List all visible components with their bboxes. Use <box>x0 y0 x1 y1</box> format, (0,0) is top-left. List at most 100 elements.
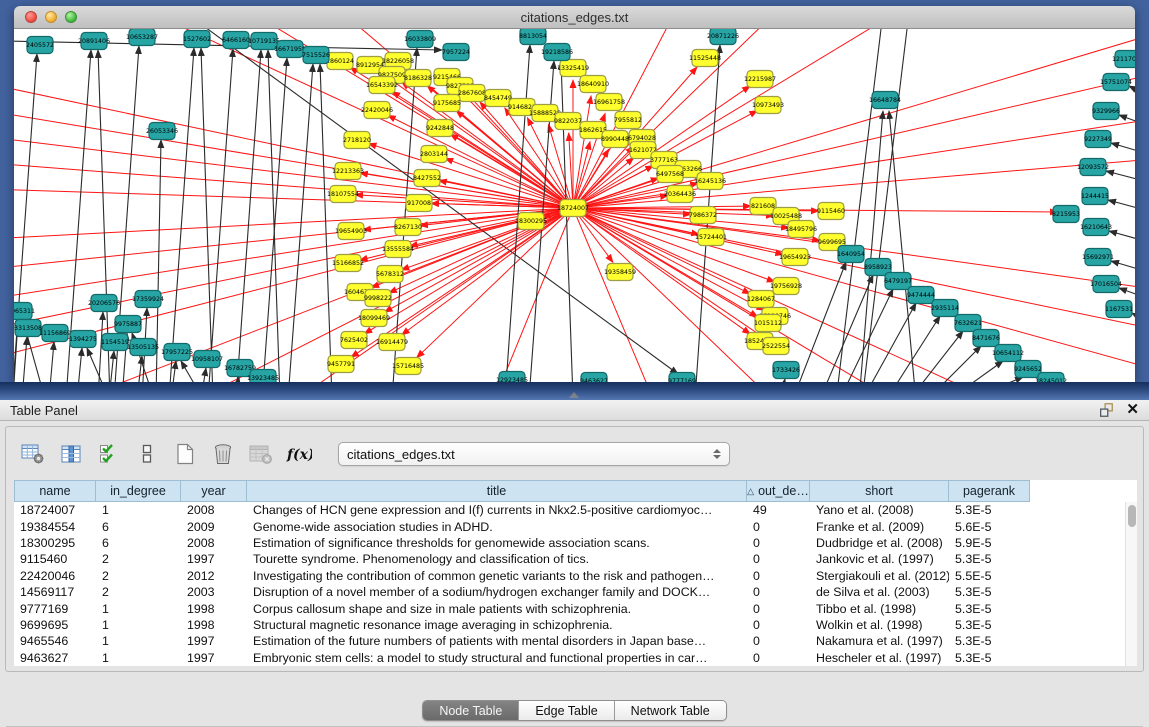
table-cell[interactable]: 1998 <box>181 618 247 632</box>
graph-node[interactable]: 8990448 <box>601 131 629 148</box>
graph-node[interactable]: 17359924 <box>132 291 164 308</box>
table-vertical-scrollbar[interactable] <box>1125 502 1137 666</box>
scrollbar-thumb[interactable] <box>1128 505 1136 527</box>
graph-node[interactable]: 18099469 <box>358 310 390 327</box>
graph-node[interactable]: 12093572 <box>1077 159 1109 176</box>
table-cell[interactable]: 5.6E-5 <box>949 520 1030 534</box>
network-canvas[interactable]: 1872400718300295186012489129541822605898… <box>14 29 1135 382</box>
graph-node[interactable]: 1015112 <box>754 315 782 332</box>
table-cell[interactable]: 1 <box>96 602 181 616</box>
graph-node[interactable]: 15166852 <box>332 255 364 272</box>
graph-node[interactable]: 12923485 <box>496 372 528 383</box>
delete-rows-button[interactable] <box>210 441 236 467</box>
table-cell[interactable]: Corpus callosum shape and size in male p… <box>247 602 747 616</box>
table-cell[interactable]: 9463627 <box>14 651 96 665</box>
table-cell[interactable]: Structural magnetic resonance image aver… <box>247 618 747 632</box>
graph-node[interactable]: 3313508 <box>14 320 42 337</box>
column-header-in_degree[interactable]: in_degree <box>96 480 181 502</box>
table-cell[interactable]: 9777169 <box>14 602 96 616</box>
graph-node[interactable]: 19654923 <box>779 249 811 266</box>
graph-node[interactable]: 15716485 <box>392 358 424 375</box>
graph-node[interactable]: 9474444 <box>907 287 935 304</box>
rows-button[interactable] <box>134 441 160 467</box>
graph-node[interactable]: 20871226 <box>707 29 739 45</box>
graph-node[interactable]: 9242848 <box>426 120 454 137</box>
table-cell[interactable]: 0 <box>747 585 810 599</box>
table-cell[interactable]: 5.3E-5 <box>949 634 1030 648</box>
table-cell[interactable]: 1 <box>96 634 181 648</box>
graph-node[interactable]: 16245136 <box>694 173 726 190</box>
graph-node[interactable]: 10653287 <box>126 29 158 46</box>
show-columns-button[interactable] <box>58 441 84 467</box>
graph-node[interactable]: 6479197 <box>884 273 912 290</box>
column-header-title[interactable]: title <box>247 480 747 502</box>
graph-node[interactable]: 10973493 <box>752 97 784 114</box>
graph-node[interactable]: 9457791 <box>327 356 355 373</box>
table-cell[interactable]: 0 <box>747 536 810 550</box>
table-cell[interactable]: 0 <box>747 651 810 665</box>
graph-node[interactable]: 1167531 <box>1105 301 1133 318</box>
table-cell[interactable]: 9115460 <box>14 552 96 566</box>
graph-node[interactable]: 12213363 <box>332 163 364 180</box>
table-cell[interactable]: 2 <box>96 552 181 566</box>
graph-node[interactable]: 16961758 <box>593 94 625 111</box>
table-row[interactable]: 1938455462009Genome-wide association stu… <box>14 518 1137 534</box>
table-cell[interactable]: 1997 <box>181 552 247 566</box>
graph-node[interactable]: 10958107 <box>191 351 223 368</box>
graph-node[interactable]: 12065311 <box>14 303 35 320</box>
zoom-window-button[interactable] <box>65 11 77 23</box>
table-cell[interactable]: Hescheler et al. (1997) <box>810 651 949 665</box>
graph-node[interactable]: 19654903 <box>335 223 367 240</box>
table-cell[interactable]: 2008 <box>181 536 247 550</box>
table-cell[interactable]: 1998 <box>181 602 247 616</box>
graph-node[interactable]: 2718120 <box>343 132 371 149</box>
table-row[interactable]: 1456911722003Disruption of a novel membe… <box>14 584 1137 600</box>
table-cell[interactable]: 2009 <box>181 520 247 534</box>
new-table-button[interactable] <box>172 441 198 467</box>
table-cell[interactable]: 0 <box>747 552 810 566</box>
table-cell[interactable]: 5.3E-5 <box>949 503 1030 517</box>
graph-node[interactable]: 18245012 <box>1035 373 1067 383</box>
graph-node[interactable]: 9329966 <box>1092 103 1120 120</box>
graph-node[interactable]: 1154519 <box>101 334 129 351</box>
table-row[interactable]: 977716911998Corpus callosum shape and si… <box>14 600 1137 616</box>
table-cell[interactable]: Nakamura et al. (1997) <box>810 634 949 648</box>
graph-node[interactable]: 13325419 <box>557 60 589 77</box>
graph-node[interactable]: 7957224 <box>442 44 470 61</box>
table-cell[interactable]: Franke et al. (2009) <box>810 520 949 534</box>
minimize-window-button[interactable] <box>45 11 57 23</box>
select-columns-button[interactable] <box>96 441 122 467</box>
table-cell[interactable]: de Silva et al. (2003) <box>810 585 949 599</box>
table-settings-button[interactable] <box>20 441 46 467</box>
table-row[interactable]: 1830029562008Estimation of significance … <box>14 535 1137 551</box>
graph-node[interactable]: 7955812 <box>614 112 642 129</box>
table-cell[interactable]: Stergiakouli et al. (2012) <box>810 569 949 583</box>
table-cell[interactable]: 9465546 <box>14 634 96 648</box>
table-cell[interactable]: 14569117 <box>14 585 96 599</box>
graph-node[interactable]: 2803144 <box>420 146 448 163</box>
table-cell[interactable]: 5.3E-5 <box>949 618 1030 632</box>
graph-node[interactable]: 1733426 <box>772 362 800 379</box>
table-cell[interactable]: 1 <box>96 618 181 632</box>
graph-node[interactable]: 12215987 <box>744 71 776 88</box>
table-cell[interactable]: 0 <box>747 569 810 583</box>
graph-node[interactable]: 16210643 <box>1080 219 1112 236</box>
graph-node[interactable]: 20206576 <box>88 295 120 312</box>
table-cell[interactable]: Yano et al. (2008) <box>810 503 949 517</box>
table-row[interactable]: 969969511998Structural magnetic resonanc… <box>14 617 1137 633</box>
graph-node[interactable]: 9175685 <box>433 95 461 112</box>
column-header-name[interactable]: name <box>14 480 96 502</box>
graph-node[interactable]: 18724007 <box>557 200 589 217</box>
graph-node[interactable]: 11156869 <box>39 325 71 342</box>
graph-node[interactable]: 7986372 <box>689 207 717 224</box>
graph-node[interactable]: 821608 <box>750 198 776 215</box>
table-cell[interactable]: 5.3E-5 <box>949 651 1030 665</box>
graph-node[interactable]: 1394275 <box>69 331 97 348</box>
table-cell[interactable]: 5.3E-5 <box>949 602 1030 616</box>
graph-node[interactable]: 19218586 <box>541 44 573 61</box>
table-row[interactable]: 946554611997Estimation of the future num… <box>14 633 1137 649</box>
graph-node[interactable]: 19756928 <box>770 278 802 295</box>
window-titlebar[interactable]: citations_edges.txt <box>14 6 1135 29</box>
table-row[interactable]: 1872400712008Changes of HCN gene express… <box>14 502 1137 518</box>
table-cell[interactable]: 0 <box>747 520 810 534</box>
